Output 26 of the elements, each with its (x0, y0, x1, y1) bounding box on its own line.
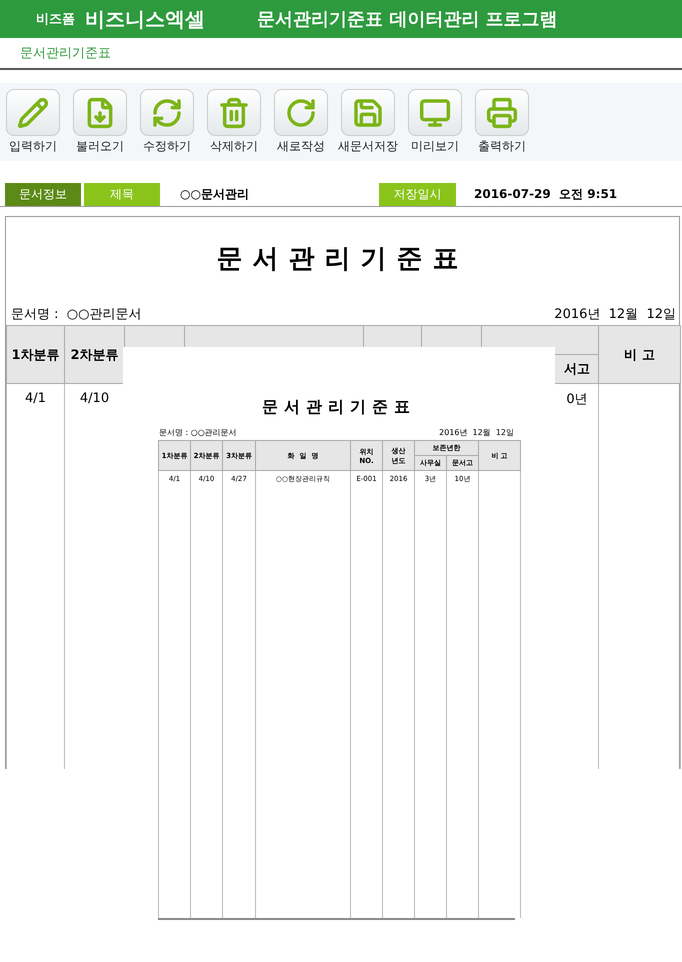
document-name: 문서명 : ○○관리문서 (11, 306, 142, 323)
brand-small: 비즈폼 (36, 11, 75, 28)
preview-title: 문서관리기준표 (262, 397, 416, 416)
saved-datetime: 2016-07-29 오전 9:51 (473, 186, 618, 203)
brand-name: 비즈니스엑셀 (85, 6, 205, 32)
section-label: 문서정보 (5, 183, 81, 206)
app-title: 문서관리기준표 데이터관리 프로그램 (257, 8, 558, 31)
trash-icon (218, 96, 250, 128)
document-date: 2016년 12월 12일 (554, 306, 676, 323)
document-name: 문서명 : ○○관리문서 (159, 427, 237, 438)
sheet-title: 문서관리기준표 (216, 244, 468, 274)
table-header: 1차분류 (6, 326, 64, 384)
page-subtitle: 문서관리기준표 (20, 45, 111, 62)
title-value: ○○문서관리 (179, 186, 250, 203)
table-header: 2차분류 (64, 326, 124, 384)
pencil-icon (17, 96, 49, 128)
refresh-icon (151, 96, 183, 128)
field-label: 제목 (84, 183, 160, 206)
monitor-icon (419, 96, 451, 128)
field-label: 저장일시 (379, 183, 456, 206)
table-header: 비 고 (598, 326, 680, 384)
printer-icon (486, 96, 518, 128)
table-cell: 4/1 (6, 384, 64, 414)
document-date: 2016년 12월 12일 (439, 427, 514, 438)
rotate-icon (285, 96, 317, 128)
save-icon (352, 96, 384, 128)
